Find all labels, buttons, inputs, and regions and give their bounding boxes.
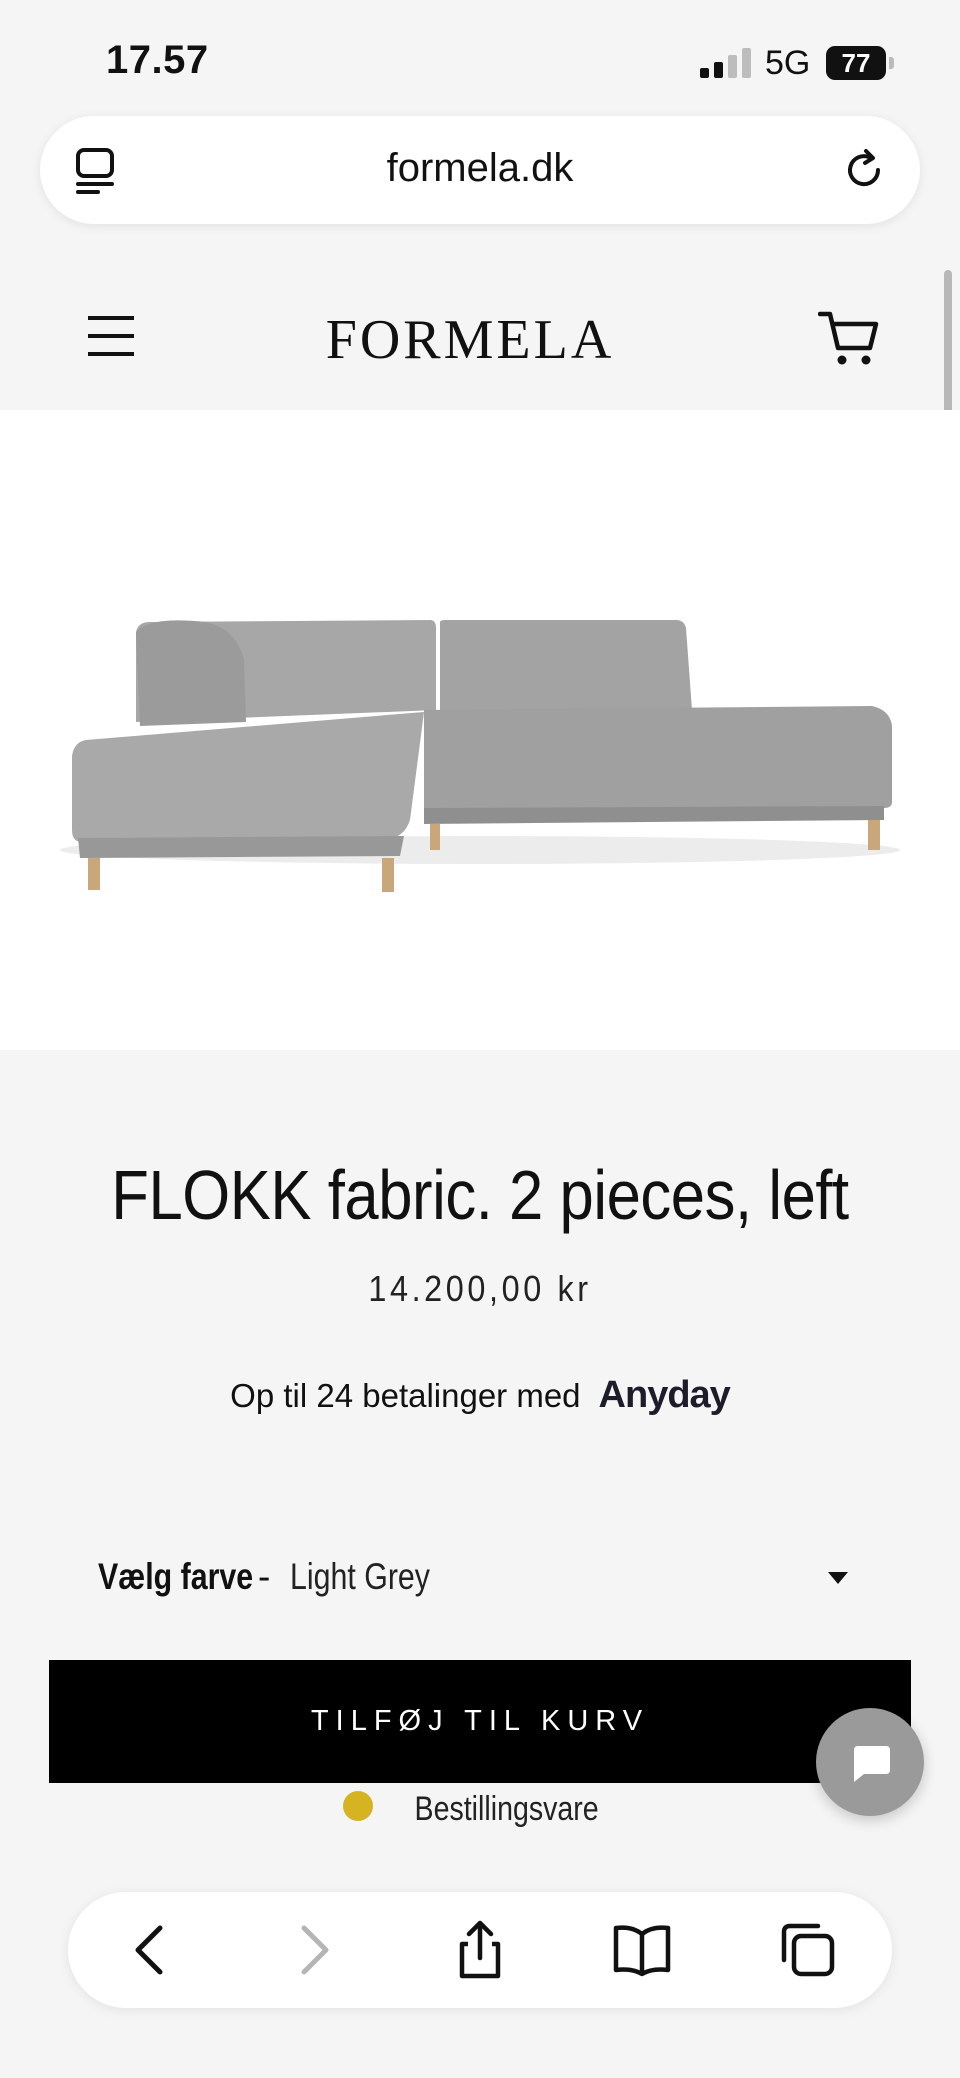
address-bar[interactable]: formela.dk (40, 116, 920, 224)
site-header: FORMELA (0, 260, 940, 410)
chevron-right-icon[interactable] (282, 1920, 342, 1980)
stock-status-text: Bestillingsvare (414, 1789, 600, 1828)
shopping-cart-icon[interactable] (818, 308, 880, 368)
product-title: FLOKK fabric. 2 pieces, left (111, 1156, 849, 1234)
open-book-icon[interactable] (612, 1920, 672, 1980)
battery-icon: 77 (826, 46, 896, 80)
chat-bubble-icon (854, 1746, 890, 1782)
status-time: 17.57 (106, 38, 209, 82)
site-logo[interactable]: FORMELA (0, 308, 940, 372)
chevron-left-icon[interactable] (122, 1920, 182, 1980)
dropdown-arrow-icon[interactable] (826, 1570, 850, 1586)
tabs-icon[interactable] (778, 1920, 838, 1980)
color-label: Vælg farve (98, 1556, 254, 1597)
color-value[interactable]: Light Grey (290, 1556, 430, 1598)
network-type: 5G (765, 44, 811, 82)
battery-level: 77 (826, 46, 886, 80)
url-text[interactable]: formela.dk (40, 146, 920, 191)
stock-status-dot (343, 1791, 374, 1822)
financing-text: Op til 24 betalinger med (230, 1377, 581, 1414)
product-price: 14.200,00 kr (368, 1268, 592, 1309)
stock-status: Bestillingsvare (0, 1788, 960, 1829)
product-image[interactable] (0, 410, 960, 1050)
share-icon[interactable] (450, 1920, 510, 1980)
financing-info[interactable]: Op til 24 betalinger med Anyday (0, 1374, 960, 1417)
browser-toolbar (68, 1892, 892, 2008)
cellular-signal-icon (700, 48, 751, 78)
add-to-cart-button[interactable]: TILFØJ TIL KURV (49, 1660, 911, 1783)
color-select[interactable]: Vælg farve - Light Grey (98, 1546, 858, 1616)
anyday-logo[interactable]: Anyday (599, 1374, 731, 1416)
color-separator: - (258, 1556, 271, 1597)
reload-icon[interactable] (840, 146, 888, 194)
